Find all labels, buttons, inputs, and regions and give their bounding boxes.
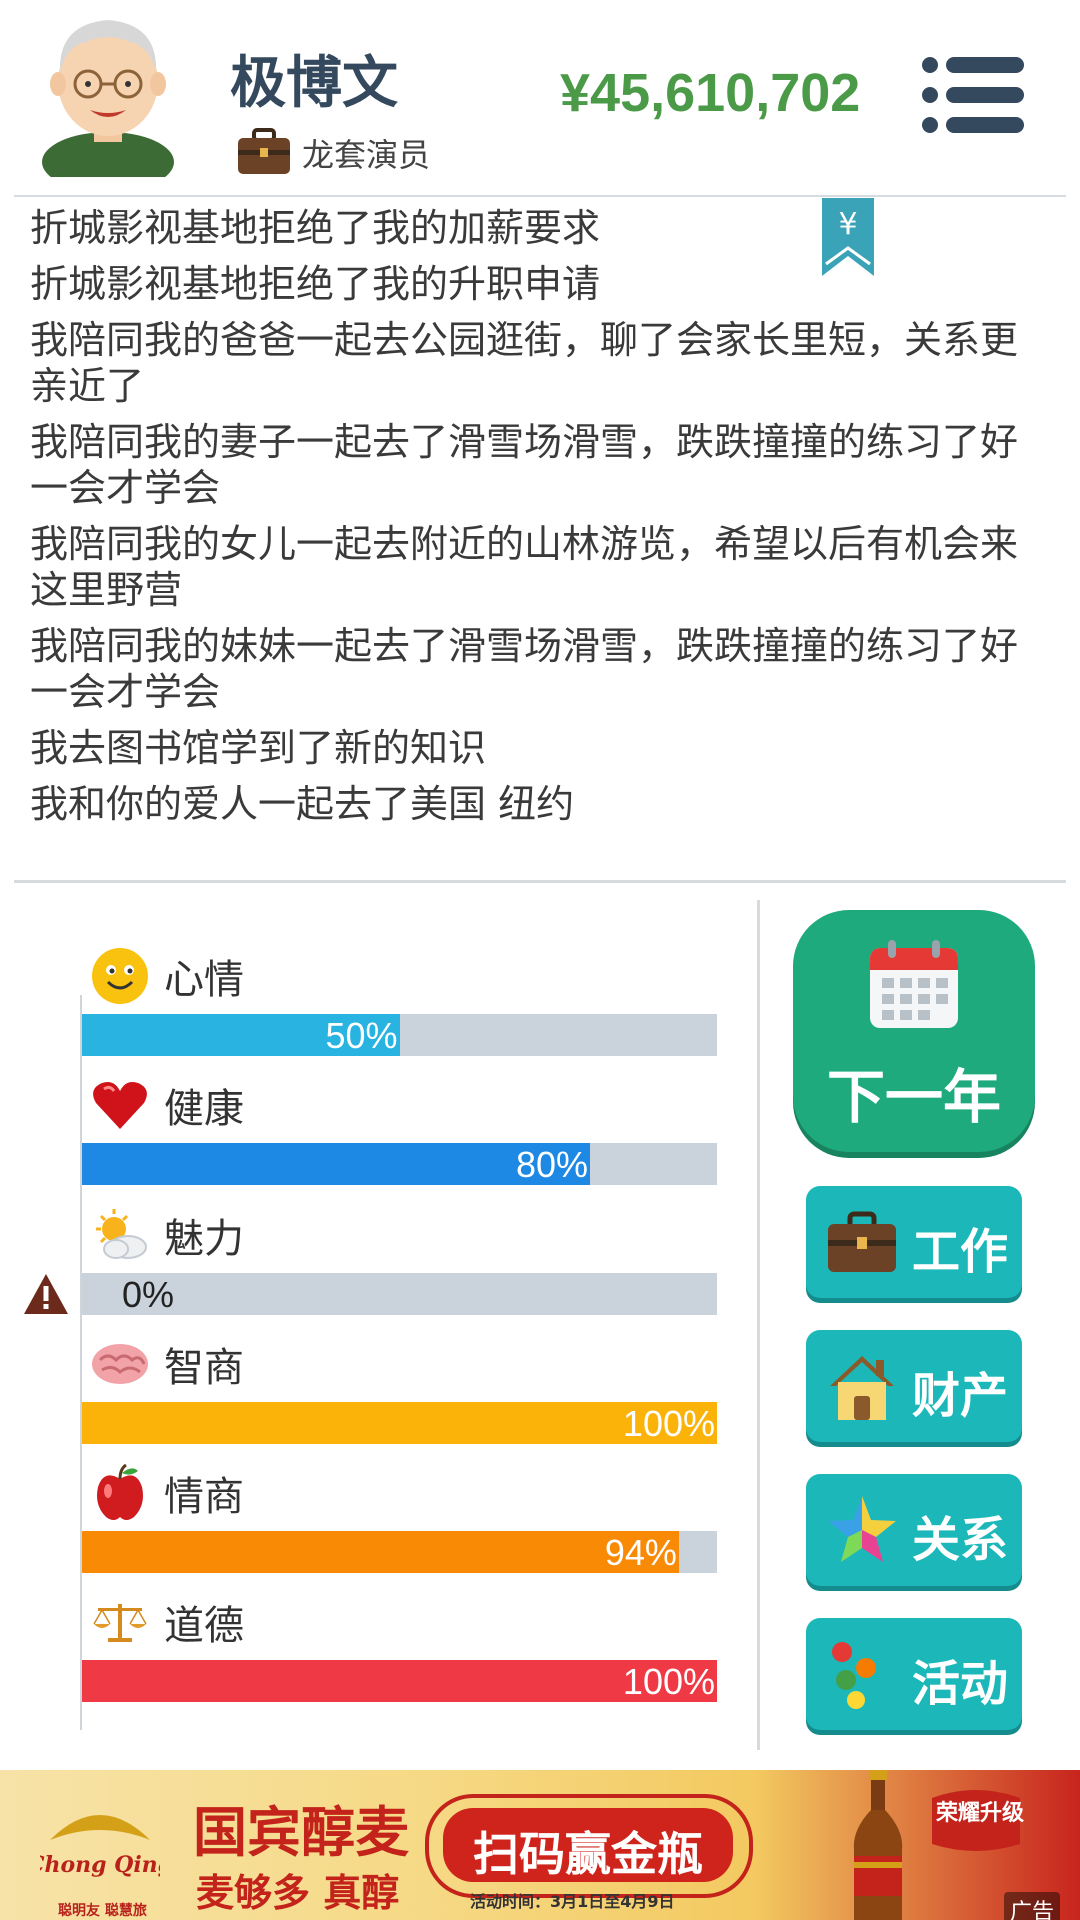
stat-bar-fill: [82, 1402, 717, 1444]
beer-bottle-image: [853, 1770, 903, 1920]
stat-bar: 50%: [82, 1014, 717, 1056]
log-item: 我陪同我的爸爸一起去公园逛街，聊了会家长里短，关系更亲近了: [30, 318, 1019, 408]
stat-label: 道德: [164, 1603, 244, 1649]
log-item: 我陪同我的女儿一起去附近的山林游览，希望以后有机会来这里野营: [30, 522, 1019, 612]
stat-label: 魅力: [164, 1216, 244, 1262]
scales-icon: [93, 1604, 147, 1642]
stat-label: 智商: [164, 1345, 244, 1391]
stat-bar-fill: [82, 1531, 679, 1573]
house-icon: [830, 1356, 894, 1420]
ad-brand-line: 聪明友 聪慧旅: [58, 1903, 147, 1919]
menu-icon[interactable]: [920, 55, 1025, 135]
stat-value: 80%: [515, 1144, 588, 1185]
log-item: 我去图书馆学到了新的知识: [30, 726, 487, 770]
warning-icon[interactable]: [22, 1272, 70, 1316]
stat-bar: 80%: [82, 1143, 717, 1185]
bookmark-symbol: ¥: [838, 207, 857, 242]
activities-button[interactable]: 活动: [806, 1618, 1022, 1730]
header-divider: [14, 195, 1066, 197]
stat-bar: 0%: [82, 1273, 717, 1315]
stat-value: 50%: [325, 1015, 398, 1056]
next-year-button[interactable]: 下一年: [793, 910, 1035, 1152]
property-button[interactable]: 财产: [806, 1330, 1022, 1442]
log-divider: [14, 880, 1066, 883]
header: 极博文 龙套演员 ¥45,610,702: [0, 0, 1080, 195]
ad-date: 活动时间：3月1日至4月9日: [470, 1892, 675, 1911]
log-item: 我陪同我的妹妹一起去了滑雪场滑雪，跌跌撞撞的练习了好一会才学会: [30, 624, 1019, 714]
smiley-icon: [92, 948, 148, 1004]
stat-bar: 100%: [82, 1402, 717, 1444]
stat-label: 情商: [164, 1474, 244, 1520]
star-icon: [828, 1496, 896, 1562]
log-item: 折城影视基地拒绝了我的加薪要求: [30, 206, 601, 250]
briefcase-icon: [828, 1211, 896, 1272]
apple-icon: [97, 1463, 143, 1520]
stats-axis-line: [80, 995, 82, 1730]
stat-bar: 100%: [82, 1660, 717, 1702]
sun-cloud-icon: [96, 1209, 147, 1259]
briefcase-icon: [238, 128, 290, 174]
stat-bar-fill: [82, 1660, 717, 1702]
work-button[interactable]: 工作: [806, 1186, 1022, 1298]
ad-banner[interactable]: Chong Qing 聪明友 聪慧旅 国宾醇麦 麦够多 真醇 扫码赢金瓶 活动时…: [0, 1770, 1080, 1920]
heart-icon: [93, 1082, 147, 1129]
ad-title: 国宾醇麦: [193, 1800, 409, 1864]
log-item: 我陪同我的妻子一起去了滑雪场滑雪，跌跌撞撞的练习了好一会才学会: [30, 420, 1019, 510]
ad-cta-inner: 扫码赢金瓶: [443, 1808, 733, 1882]
ad-logo-text: Chong Qing: [40, 1852, 160, 1878]
ad-tag[interactable]: 广告: [1004, 1892, 1061, 1920]
avatar: [42, 20, 174, 177]
event-log: 折城影视基地拒绝了我的加薪要求 折城影视基地拒绝了我的升职申请 我陪同我的爸爸一…: [30, 205, 1040, 837]
stat-value: 100%: [622, 1403, 715, 1444]
log-item: 我和你的爱人一起去了美国 纽约: [30, 782, 575, 826]
activity-dots-icon: [832, 1642, 876, 1709]
property-label: 财产: [912, 1368, 1009, 1424]
stat-label: 健康: [164, 1086, 244, 1132]
stat-label: 心情: [164, 957, 244, 1003]
ad-cta-label: 扫码赢金瓶: [473, 1827, 703, 1881]
ad-subtitle: 麦够多 真醇: [196, 1870, 400, 1915]
stat-bar-fill: [82, 1143, 590, 1185]
stat-value: 94%: [604, 1532, 677, 1573]
stat-value: 0%: [122, 1274, 175, 1315]
brain-icon: [92, 1344, 148, 1384]
stats-separator: [757, 900, 760, 1750]
job-title: 龙套演员: [236, 128, 430, 178]
activities-label: 活动: [912, 1656, 1009, 1712]
stat-value: 100%: [622, 1661, 715, 1702]
log-item: 折城影视基地拒绝了我的升职申请: [30, 262, 601, 306]
stat-bar: 94%: [82, 1531, 717, 1573]
work-label: 工作: [912, 1224, 1009, 1280]
relations-button[interactable]: 关系: [806, 1474, 1022, 1586]
next-year-label: 下一年: [826, 1063, 1001, 1131]
brand-logo: Chong Qing: [40, 1815, 160, 1878]
money-balance: ¥45,610,702: [560, 63, 861, 123]
calendar-icon: [870, 940, 958, 1028]
ad-badge-text: 荣耀升级: [936, 1801, 1025, 1826]
relations-label: 关系: [912, 1512, 1009, 1568]
job-label: 龙套演员: [302, 136, 431, 174]
player-name: 极博文: [230, 51, 398, 116]
ad-cta-button[interactable]: 扫码赢金瓶: [425, 1794, 753, 1898]
money-bookmark-icon[interactable]: ¥: [820, 198, 876, 278]
